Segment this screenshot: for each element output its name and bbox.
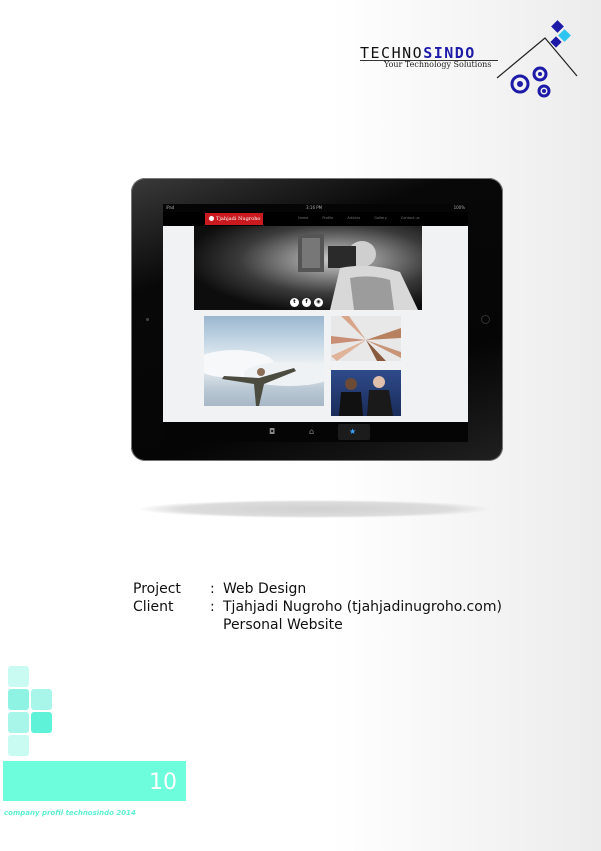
tablet-camera xyxy=(146,318,149,321)
deco-square xyxy=(8,689,29,710)
site-logo-text: Tjahjadi Nugroho xyxy=(216,216,261,222)
tablet-screen: iPad 3:16 PM 100% Tjahjadi Nugroho Home P… xyxy=(163,204,468,442)
status-battery: 100% xyxy=(453,205,465,210)
site-logo-mark-icon xyxy=(209,216,214,221)
site-nav-contact: Contact us xyxy=(400,216,420,220)
status-carrier: iPad xyxy=(166,205,175,210)
status-bar: iPad 3:16 PM 100% xyxy=(163,204,468,212)
client-value: Tjahjadi Nugroho (tjahjadinugroho.com) xyxy=(223,599,502,615)
site-nav-home: Home xyxy=(298,216,309,220)
site-hero-image: t f ◉ xyxy=(194,226,422,310)
website-preview: Tjahjadi Nugroho Home Profile Articles Gall… xyxy=(163,212,468,422)
status-time: 3:16 PM xyxy=(306,205,323,210)
project-colon: : xyxy=(210,581,215,597)
project-label: Project xyxy=(133,581,181,597)
logo-tagline: Your Technology Solutions xyxy=(384,60,492,69)
deco-square xyxy=(8,712,29,733)
politicians-image xyxy=(339,376,393,416)
site-navbar: Tjahjadi Nugroho Home Profile Articles Gall… xyxy=(163,212,468,226)
client-value-2: Personal Website xyxy=(223,617,343,633)
tablet-shadow xyxy=(140,500,490,518)
deco-square xyxy=(31,712,52,733)
client-colon: : xyxy=(210,599,215,615)
hands-image xyxy=(331,316,401,361)
site-nav-articles: Articles xyxy=(347,216,361,220)
twitter-icon: t xyxy=(290,298,299,307)
client-label: Client xyxy=(133,599,174,615)
site-photo-hands xyxy=(331,316,401,361)
tablet-mockup: iPad 3:16 PM 100% Tjahjadi Nugroho Home P… xyxy=(131,178,503,461)
sky-man-image xyxy=(204,350,324,406)
deco-square xyxy=(31,689,52,710)
deco-square xyxy=(8,666,29,687)
site-logo: Tjahjadi Nugroho xyxy=(205,213,263,225)
site-nav-gallery: Gallery xyxy=(374,216,387,220)
tablet-tab-bar: ◘ ⌂ ★ xyxy=(163,422,468,442)
rss-icon: ◉ xyxy=(314,298,323,307)
project-value: Web Design xyxy=(223,581,307,597)
logo-house-gears-icon xyxy=(496,20,578,98)
deco-square xyxy=(8,735,29,756)
hero-social-icons: t f ◉ xyxy=(290,288,326,307)
star-icon: ★ xyxy=(349,427,357,436)
site-photo-sky xyxy=(204,316,324,406)
site-nav-links: Home Profile Articles Gallery Contact us xyxy=(298,216,434,220)
site-photo-politicians xyxy=(331,370,401,416)
home-icon: ⌂ xyxy=(309,427,315,436)
tablet-home-button xyxy=(481,315,490,324)
site-nav-profile: Profile xyxy=(322,216,334,220)
page-number: 10 xyxy=(149,770,177,795)
footer-text: company profil technosindo 2014 xyxy=(4,809,136,817)
facebook-icon: f xyxy=(302,298,311,307)
company-logo: TECHNOSINDO Your Technology Solutions xyxy=(355,18,585,100)
camera-icon: ◘ xyxy=(269,427,276,436)
